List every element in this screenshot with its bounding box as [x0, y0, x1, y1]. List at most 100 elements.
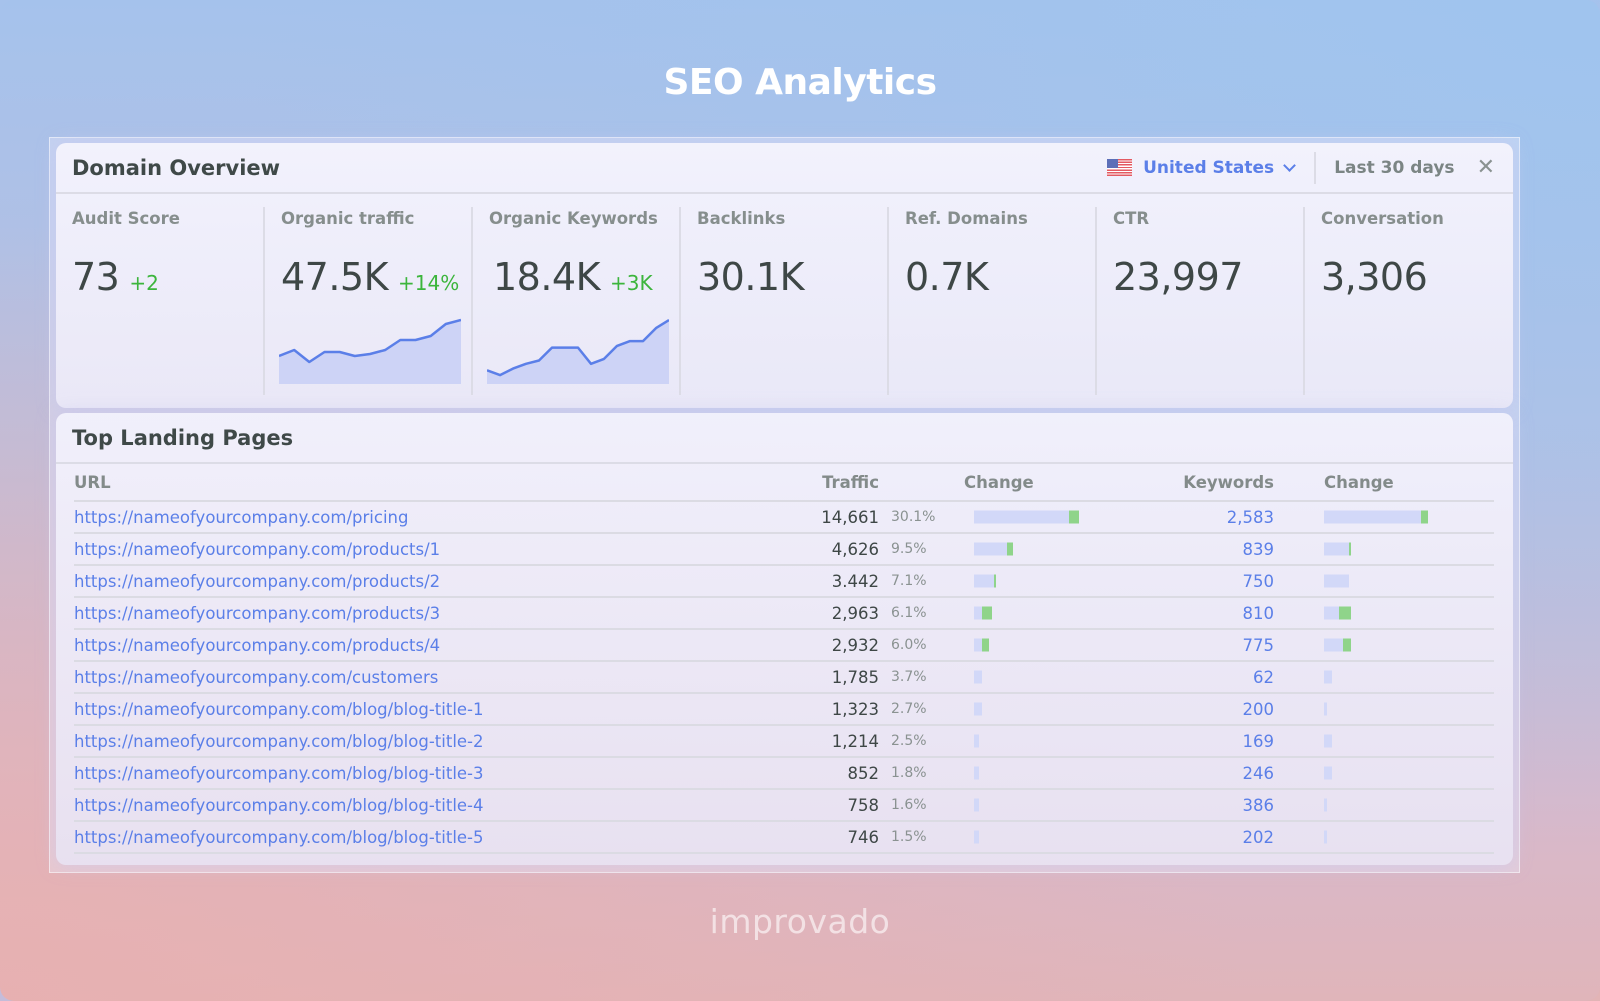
url-link[interactable]: https://nameofyourcompany.com/blog/blog-… [74, 732, 484, 751]
traffic-value: 3.442 [831, 571, 879, 591]
traffic-percent: 7.1% [891, 573, 927, 589]
traffic-change-bar [974, 830, 979, 844]
keywords-change-bar [1324, 510, 1428, 524]
keywords-value[interactable]: 62 [1144, 668, 1274, 687]
bar-base [1324, 542, 1349, 556]
keywords-value[interactable]: 246 [1144, 764, 1275, 783]
traffic-change-bar [974, 542, 1013, 556]
traffic-change-bar [974, 734, 979, 748]
keywords-value[interactable]: 839 [1144, 540, 1275, 559]
traffic-change-bar [974, 702, 982, 716]
url-link[interactable]: https://nameofyourcompany.com/blog/blog-… [74, 796, 484, 815]
landing-pages-title: Top Landing Pages [72, 425, 294, 450]
bar-base [974, 510, 1069, 524]
metric-organic-keywords: Organic Keywords 18.4K +3K [471, 207, 679, 395]
page-background: SEO Analytics Domain Overview United Sta… [0, 0, 1600, 1001]
traffic-percent: 2.7% [891, 701, 927, 717]
column-header-keywords-change[interactable]: Change [1274, 464, 1494, 500]
url-link[interactable]: https://nameofyourcompany.com/products/4 [74, 636, 440, 655]
column-header-traffic-change[interactable]: Change [964, 464, 1144, 500]
traffic-change-bar [974, 670, 982, 684]
metric-value-row: 23,997 [1113, 255, 1287, 299]
metric-conversation: Conversation 3,306 [1303, 207, 1511, 395]
close-icon[interactable]: ✕ [1477, 156, 1495, 179]
url-link[interactable]: https://nameofyourcompany.com/customers [74, 668, 438, 687]
country-selector[interactable]: United States [1107, 158, 1308, 178]
traffic-percent: 9.5% [891, 541, 927, 557]
keywords-change-bar [1324, 638, 1351, 652]
table-row: https://nameofyourcompany.com/blog/blog-… [74, 694, 1494, 726]
us-flag-icon [1107, 159, 1133, 176]
period-selector[interactable]: Last 30 days [1334, 158, 1454, 178]
url-link[interactable]: https://nameofyourcompany.com/products/1 [74, 540, 440, 559]
table-row: https://nameofyourcompany.com/blog/blog-… [74, 822, 1494, 854]
metric-value-row: 18.4K +3K [489, 255, 663, 299]
metric-delta: +3K [610, 271, 653, 295]
overview-controls: United States Last 30 days ✕ [1107, 143, 1497, 192]
column-header-traffic[interactable]: Traffic [794, 473, 879, 492]
keywords-value[interactable]: 810 [1144, 604, 1275, 623]
bar-base [974, 638, 982, 652]
url-link[interactable]: https://nameofyourcompany.com/blog/blog-… [74, 700, 484, 719]
metric-audit-score: Audit Score 73 +2 [56, 207, 263, 395]
traffic-percent: 6.0% [891, 637, 927, 653]
traffic-change-bar [974, 638, 989, 652]
domain-overview-header: Domain Overview United States Last 30 da… [56, 143, 1513, 194]
table-row: https://nameofyourcompany.com/products/2… [74, 566, 1494, 598]
keywords-change-bar [1324, 606, 1351, 620]
chevron-down-icon [1283, 159, 1297, 172]
keywords-value[interactable]: 750 [1144, 572, 1275, 591]
metric-value-row: 30.1K [697, 255, 871, 299]
bar-gain [1349, 542, 1351, 556]
keywords-value[interactable]: 169 [1144, 732, 1275, 751]
traffic-value: 4,626 [831, 539, 879, 559]
url-link[interactable]: https://nameofyourcompany.com/blog/blog-… [74, 828, 484, 847]
page-title: SEO Analytics [663, 62, 937, 103]
traffic-change-bar [974, 606, 992, 620]
traffic-value: 852 [847, 763, 880, 783]
bar-gain [982, 638, 989, 652]
traffic-change-bar [974, 574, 996, 588]
metric-label: Backlinks [697, 209, 786, 228]
keywords-change-cell [1274, 758, 1494, 788]
keywords-change-bar [1324, 766, 1332, 780]
bar-base [974, 830, 979, 844]
keywords-change-cell [1274, 790, 1494, 820]
landing-pages-header: Top Landing Pages [56, 413, 1513, 464]
bar-gain [1339, 606, 1351, 620]
url-link[interactable]: https://nameofyourcompany.com/pricing [74, 508, 408, 527]
url-link[interactable]: https://nameofyourcompany.com/products/2 [74, 572, 440, 591]
traffic-percent: 1.5% [891, 829, 927, 845]
table-row: https://nameofyourcompany.com/products/3… [74, 598, 1494, 630]
metric-value-row: 0.7K [905, 255, 1079, 299]
keywords-value[interactable]: 202 [1144, 828, 1275, 847]
sparkline-area [487, 320, 669, 384]
table-row: https://nameofyourcompany.com/products/4… [74, 630, 1494, 662]
bar-base [1324, 830, 1327, 844]
table-row: https://nameofyourcompany.com/blog/blog-… [74, 758, 1494, 790]
url-link[interactable]: https://nameofyourcompany.com/products/3 [74, 604, 440, 623]
keywords-value[interactable]: 2,583 [1144, 508, 1274, 527]
metric-value-row: 3,306 [1321, 255, 1495, 299]
bar-base [1324, 702, 1327, 716]
url-link[interactable]: https://nameofyourcompany.com/blog/blog-… [74, 764, 484, 783]
keywords-value[interactable]: 775 [1144, 636, 1275, 655]
column-header-url[interactable]: URL [74, 473, 794, 492]
traffic-change-cell [964, 822, 1144, 852]
bar-base [1324, 606, 1339, 620]
bar-base [974, 670, 982, 684]
keywords-value[interactable]: 386 [1144, 796, 1275, 815]
keywords-change-bar [1324, 574, 1349, 588]
landing-pages-table: URL Traffic Change Keywords Change https… [74, 464, 1494, 854]
table-row: https://nameofyourcompany.com/customers … [74, 662, 1494, 694]
traffic-change-bar [974, 510, 1079, 524]
metric-label: CTR [1113, 209, 1150, 228]
bar-gain [1421, 510, 1428, 524]
bar-base [1324, 510, 1421, 524]
keywords-value[interactable]: 200 [1144, 700, 1275, 719]
keywords-change-cell [1274, 534, 1494, 564]
table-body: https://nameofyourcompany.com/pricing 14… [74, 502, 1494, 854]
country-label: United States [1143, 157, 1275, 178]
traffic-value: 1,785 [831, 667, 879, 687]
column-header-keywords[interactable]: Keywords [1144, 473, 1274, 492]
